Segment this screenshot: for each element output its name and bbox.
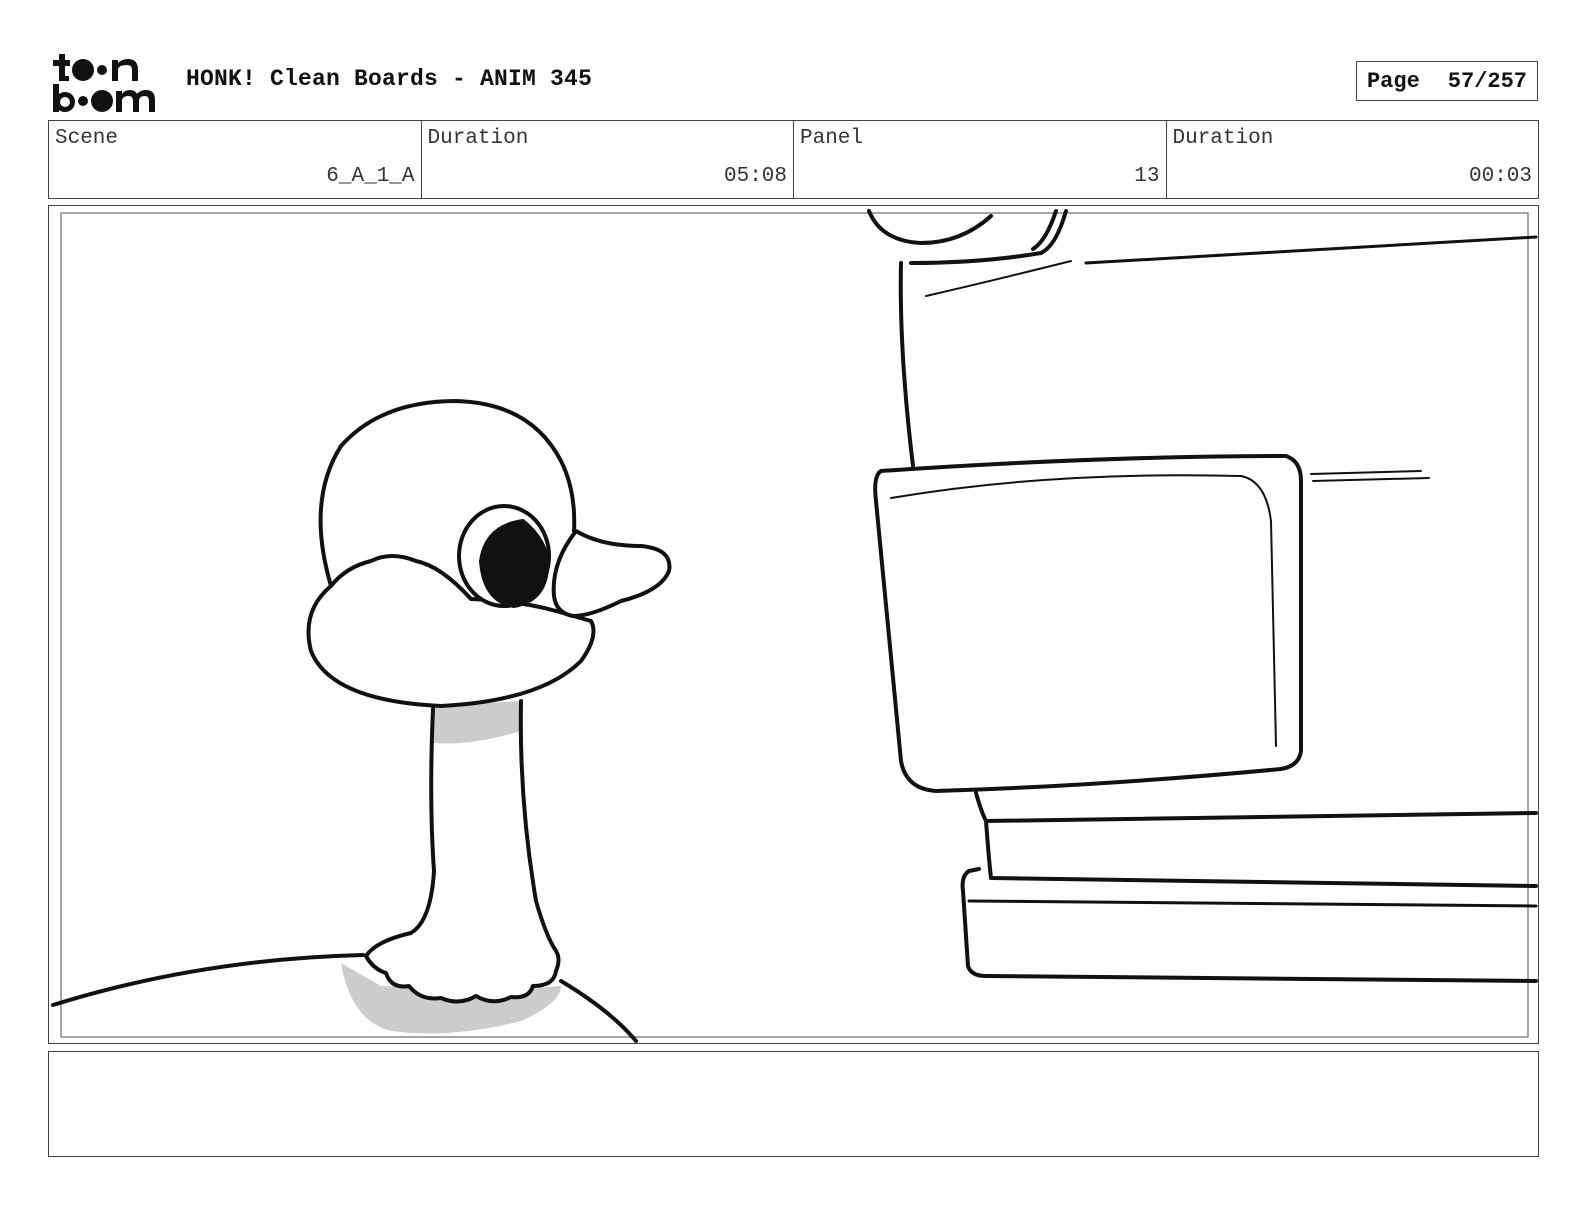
panel-duration-value: 00:03 <box>1468 165 1532 188</box>
scene-cell: Scene 6_A_1_A <box>49 121 421 198</box>
scene-duration-cell: Duration 05:08 <box>420 121 794 198</box>
panel-duration-label: Duration <box>1172 127 1274 150</box>
scene-label: Scene <box>55 127 119 150</box>
panel-notes-box <box>48 1051 1539 1157</box>
page-label: Page <box>1366 68 1420 94</box>
document-title: HONK! Clean Boards - ANIM 345 <box>186 66 593 92</box>
panel-label: Panel <box>800 127 864 150</box>
goose-beak <box>551 529 672 618</box>
panel-drawing <box>51 209 1538 1043</box>
page-indicator: Page 57/257 <box>1356 61 1538 101</box>
page-number: 57/257 <box>1447 68 1528 94</box>
scene-duration-label: Duration <box>427 127 529 150</box>
toon-boom-logo <box>50 50 166 114</box>
goose-body-outline <box>51 953 365 1007</box>
panel-info-table: Scene 6_A_1_A Duration 05:08 Panel 13 Du… <box>48 120 1539 199</box>
panel-value: 13 <box>1134 165 1160 188</box>
panel-duration-cell: Duration 00:03 <box>1165 121 1539 198</box>
goose-neck <box>409 707 436 935</box>
panel-cell: Panel 13 <box>793 121 1166 198</box>
storyboard-panel <box>48 205 1539 1044</box>
monitor-screen <box>873 454 1303 793</box>
scene-duration-value: 05:08 <box>723 165 787 188</box>
scene-value: 6_A_1_A <box>326 165 415 188</box>
